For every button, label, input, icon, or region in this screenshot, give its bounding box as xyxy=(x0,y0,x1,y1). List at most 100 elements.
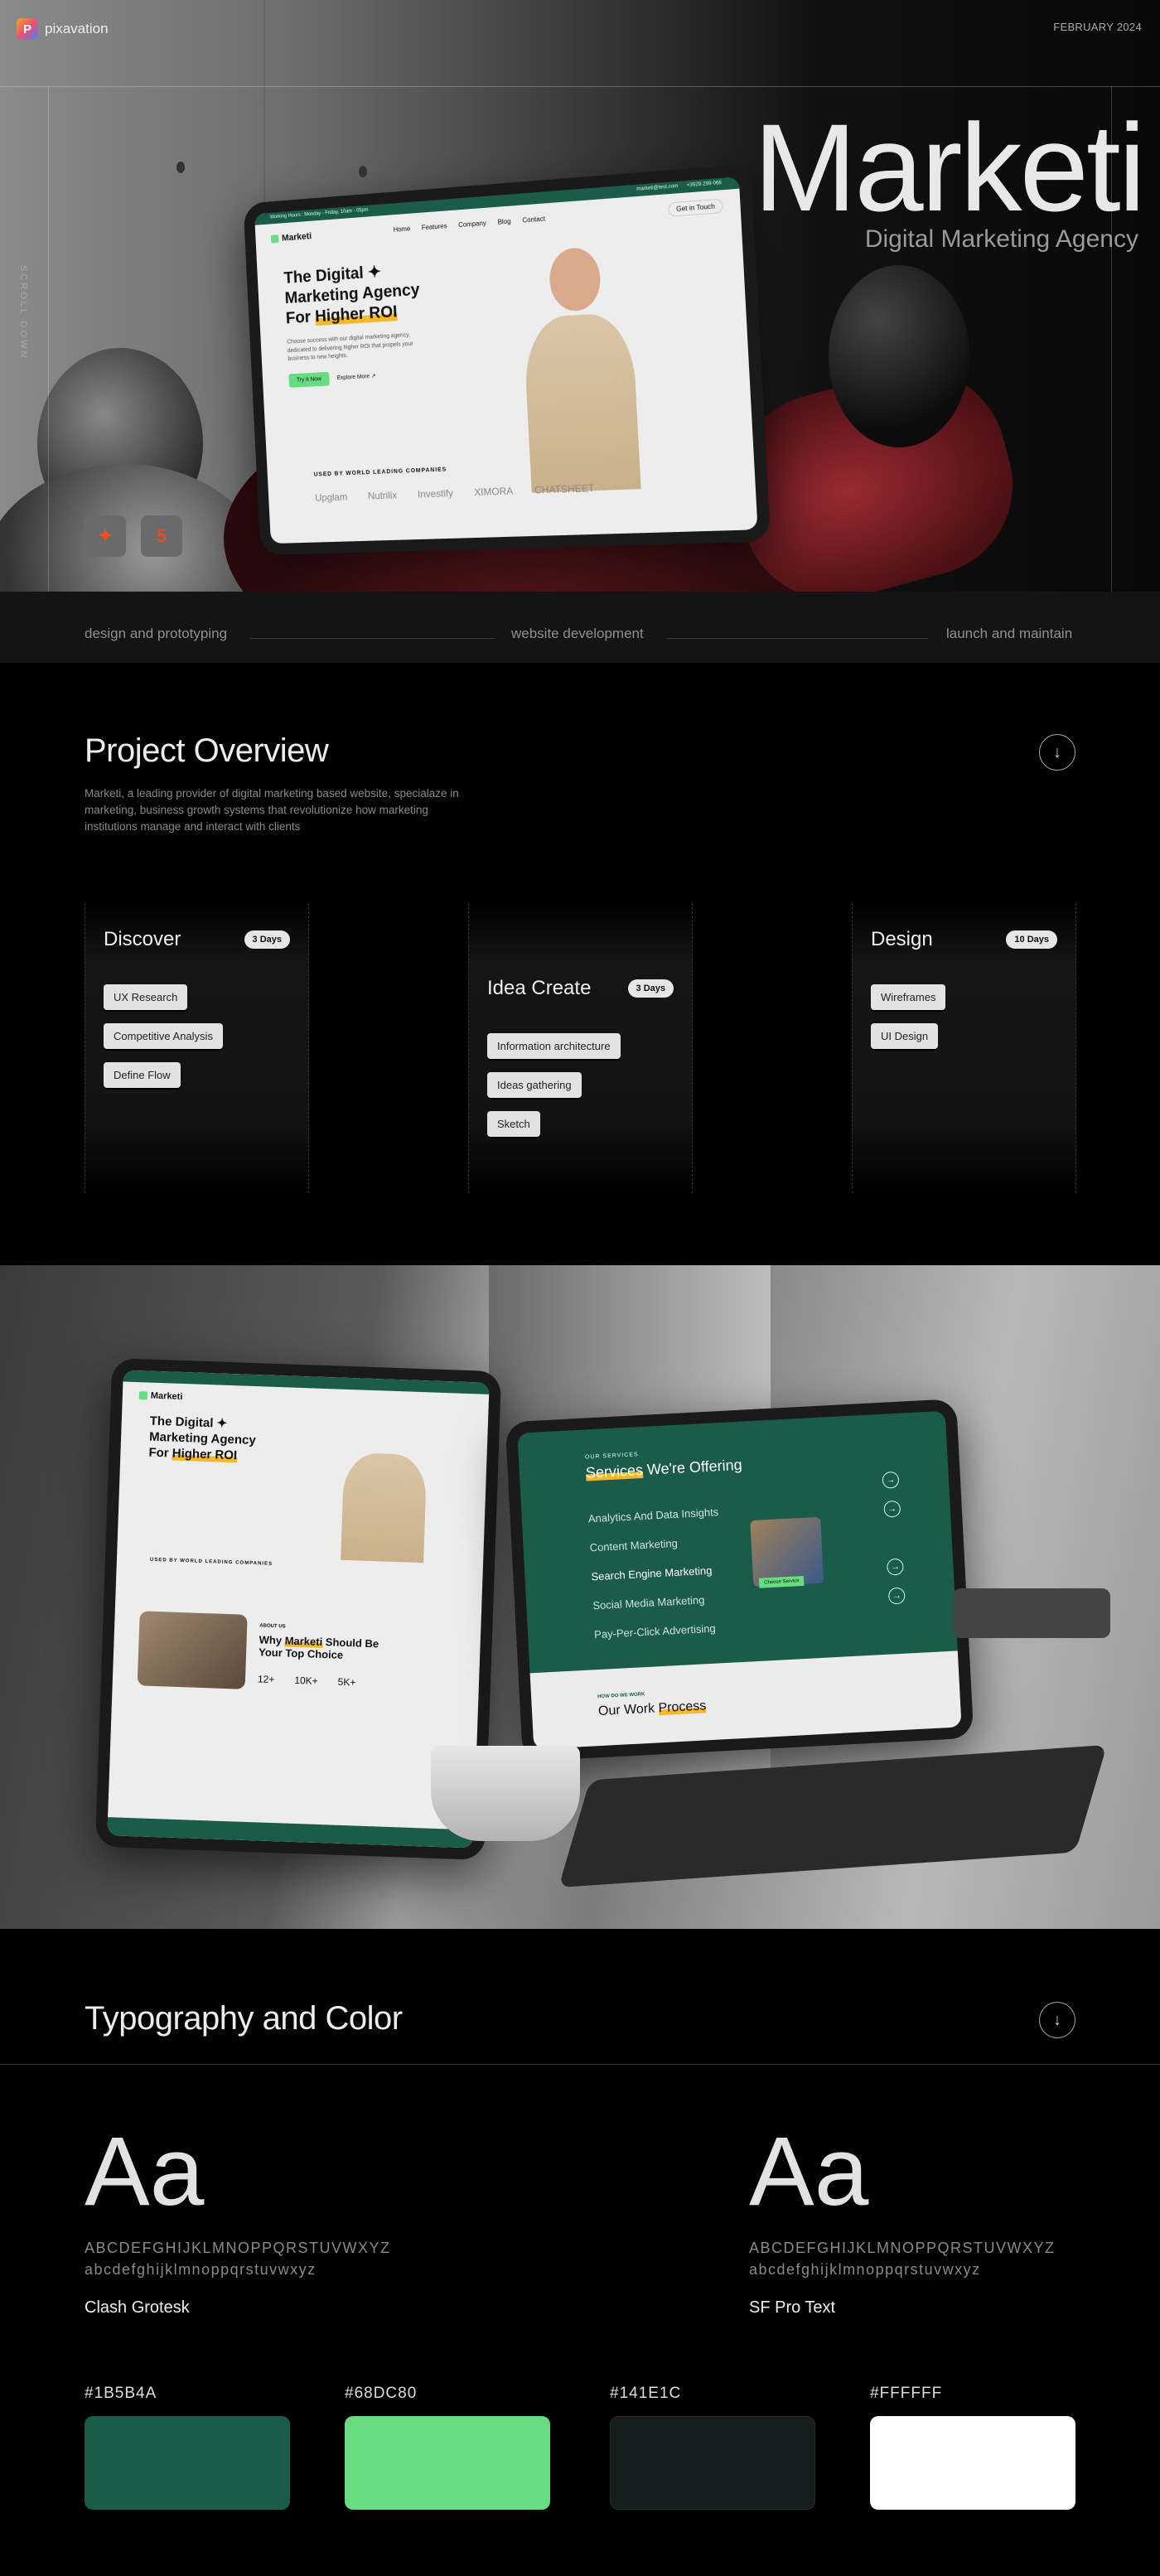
logo-icon: P xyxy=(17,18,38,40)
phase-label: launch and maintain xyxy=(946,626,1073,641)
section-title: Typography and Color xyxy=(85,2000,403,2037)
company-logo: XIMORA xyxy=(474,485,514,499)
color-hex-label: #1B5B4A xyxy=(85,2385,157,2402)
arrow-right-icon: → xyxy=(883,1500,901,1518)
site-logo-text: Marketi xyxy=(281,230,312,244)
wall-hole xyxy=(359,166,367,177)
device-image xyxy=(953,1588,1110,1638)
font-specimen-secondary: Aa ABCDEFGHIJKLMNOPPQRSTUVWXYZ abcdefghi… xyxy=(749,2123,1056,2317)
site-logo-text: Marketi xyxy=(150,1390,183,1402)
task-chip: Ideas gathering xyxy=(487,1072,582,1098)
tablet-screen: OUR SERVICES Services We're Offering Ana… xyxy=(517,1410,962,1750)
process-eyebrow: HOW DO WE WORK xyxy=(597,1692,645,1700)
arrow-right-icon: → xyxy=(887,1587,906,1605)
scroll-down-button[interactable]: ↓ xyxy=(1039,734,1075,771)
arrow-down-icon: ↓ xyxy=(1053,2010,1061,2029)
logo-mark-icon xyxy=(270,234,279,244)
hero-subtitle: Digital Marketing Agency xyxy=(864,225,1138,253)
try-now-button: Try It Now xyxy=(288,371,330,388)
scroll-down-button[interactable]: ↓ xyxy=(1039,2002,1075,2038)
overview-description: Marketi, a leading provider of digital m… xyxy=(85,787,459,833)
duration-badge: 3 Days xyxy=(627,979,674,998)
site-phone: +3929 299 066 xyxy=(686,180,723,189)
duration-badge: 3 Days xyxy=(244,930,290,949)
headline-highlight: Higher ROI xyxy=(172,1446,238,1462)
font-sample: Aa xyxy=(85,2117,205,2226)
color-hex-label: #68DC80 xyxy=(345,2385,418,2402)
headline-part: For xyxy=(148,1445,173,1461)
service-item: Social Media Marketing xyxy=(592,1593,705,1612)
phase-label: website development xyxy=(511,626,644,641)
task-chip: Define Flow xyxy=(104,1062,181,1088)
pixavation-logo[interactable]: Ppixavation xyxy=(17,18,109,40)
person-image xyxy=(341,1452,428,1563)
task-chip: UI Design xyxy=(871,1023,939,1049)
person-head xyxy=(548,246,602,312)
font-specimen-primary: Aa ABCDEFGHIJKLMNOPPQRSTUVWXYZ abcdefghi… xyxy=(85,2123,391,2317)
nav-home: Home xyxy=(393,225,411,234)
arrow-right-icon: → xyxy=(886,1558,904,1576)
wall-hole xyxy=(176,162,185,173)
stat: 12+ xyxy=(257,1673,275,1686)
services-title: Services We're Offering xyxy=(585,1457,742,1482)
color-swatch xyxy=(85,2416,290,2510)
person-image xyxy=(522,312,641,493)
task-chip: Information architecture xyxy=(487,1033,621,1059)
site-logo: Marketi xyxy=(270,230,312,244)
about-stats: 12+ 10K+ 5K+ xyxy=(258,1673,356,1688)
font-name: SF Pro Text xyxy=(749,2298,836,2317)
task-chip: Competitive Analysis xyxy=(104,1023,223,1049)
color-swatch xyxy=(870,2416,1075,2510)
section-divider xyxy=(0,2064,1160,2065)
html5-icon: 5 xyxy=(141,515,182,557)
header-divider xyxy=(0,86,1160,87)
phase-column-design: Design 10 Days Wireframes UI Design xyxy=(852,903,1076,1193)
color-swatch xyxy=(345,2416,550,2510)
logo-mark-icon xyxy=(138,1391,148,1400)
about-title: Why Marketi Should Be Your Top Choice xyxy=(259,1633,384,1662)
used-by-label: USED BY WORLD LEADING COMPANIES xyxy=(313,466,447,478)
nav-features: Features xyxy=(421,222,447,232)
task-chip: Sketch xyxy=(487,1111,540,1137)
scroll-down-label[interactable]: SCROLL DOWN xyxy=(18,265,28,360)
service-item: Pay-Per-Click Advertising xyxy=(593,1621,717,1641)
service-item: Content Marketing xyxy=(589,1536,679,1554)
lowercase-alphabet: abcdefghijklmnoppqrstuvwxyz xyxy=(85,2261,317,2278)
explore-more-link: Explore More ↗ xyxy=(336,373,376,382)
section-title: Project Overview xyxy=(85,732,329,769)
company-logo: Investify xyxy=(417,487,454,500)
about-title-highlight: Marketi xyxy=(284,1634,323,1649)
company-logos: Upglam Nutrilix Investify XIMORA CHATSHE… xyxy=(315,482,595,504)
process-title: Our Work Process xyxy=(598,1699,707,1719)
service-item: Analytics And Data Insights xyxy=(587,1505,719,1525)
site-footer-band xyxy=(107,1817,474,1849)
site-logo: Marketi xyxy=(138,1390,183,1402)
uppercase-alphabet: ABCDEFGHIJKLMNOPPQRSTUVWXYZ xyxy=(749,2240,1056,2256)
headline-highlight: Higher ROI xyxy=(314,302,399,326)
font-name: Clash Grotesk xyxy=(85,2298,190,2317)
arrow-down-icon: ↓ xyxy=(1053,742,1061,761)
site-headline: The Digital ✦ Marketing Agency For Highe… xyxy=(256,241,448,331)
phase-divider xyxy=(667,638,928,639)
task-chip: Wireframes xyxy=(871,984,946,1010)
nav-contact: Contact xyxy=(522,215,546,225)
coffee-cup-image xyxy=(431,1746,580,1841)
lowercase-alphabet: abcdefghijklmnoppqrstuvwxyz xyxy=(749,2261,981,2278)
services-title-highlight: Services xyxy=(585,1461,644,1481)
color-hex-label: #141E1C xyxy=(610,2385,682,2402)
team-photo xyxy=(137,1611,248,1689)
about-eyebrow: ABOUT US xyxy=(259,1623,286,1630)
company-logo: CHATSHEET xyxy=(534,481,595,496)
device-showcase-image: Marketi The Digital ✦ Marketing Agency F… xyxy=(0,1265,1160,1929)
phase-column-discover: Discover 3 Days UX Research Competitive … xyxy=(85,903,309,1193)
hero-tablet-mockup: Working Hours : Monday - Friday, 10am - … xyxy=(243,163,771,556)
services-title-part: We're Offering xyxy=(642,1456,743,1478)
tablet-landscape-mockup: OUR SERVICES Services We're Offering Ana… xyxy=(505,1399,974,1762)
about-title-part: Why xyxy=(259,1633,285,1647)
column-title: Design xyxy=(871,928,933,950)
services-eyebrow: OUR SERVICES xyxy=(584,1452,639,1461)
arrow-right-icon: → xyxy=(882,1471,900,1489)
site-email: marketi@test.com xyxy=(636,183,679,192)
stat: 5K+ xyxy=(337,1675,356,1689)
color-hex-label: #FFFFFF xyxy=(870,2385,943,2402)
